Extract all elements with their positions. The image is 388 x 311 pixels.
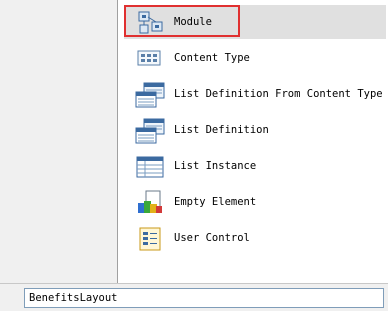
content-type-icon: [134, 45, 166, 73]
template-label-user-control: User Control: [174, 232, 250, 244]
empty-element-icon: [134, 189, 166, 217]
module-icon: [134, 9, 166, 37]
template-list: Module Content Type List Definition From…: [118, 0, 388, 283]
user-control-icon: [134, 225, 166, 253]
template-item-content-type[interactable]: Content Type: [124, 41, 386, 75]
name-input[interactable]: [24, 288, 384, 308]
template-item-list-definition-from-content-type[interactable]: List Definition From Content Type: [124, 77, 386, 111]
category-panel: [0, 0, 118, 283]
template-label-list-instance: List Instance: [174, 160, 257, 172]
template-item-list-definition[interactable]: List Definition: [124, 113, 386, 147]
list-instance-icon: [134, 153, 166, 181]
template-label-module: Module: [174, 16, 212, 28]
template-label-empty-element: Empty Element: [174, 196, 257, 208]
template-label-list-definition: List Definition: [174, 124, 269, 136]
template-label-list-definition-from-content-type: List Definition From Content Type: [174, 88, 383, 100]
list-definition-from-content-type-icon: [134, 81, 166, 109]
list-definition-icon: [134, 117, 166, 145]
name-bar: [0, 283, 388, 311]
template-item-user-control[interactable]: User Control: [124, 221, 386, 255]
template-item-list-instance[interactable]: List Instance: [124, 149, 386, 183]
template-label-content-type: Content Type: [174, 52, 250, 64]
template-item-empty-element[interactable]: Empty Element: [124, 185, 386, 219]
template-item-module[interactable]: Module: [124, 5, 386, 39]
